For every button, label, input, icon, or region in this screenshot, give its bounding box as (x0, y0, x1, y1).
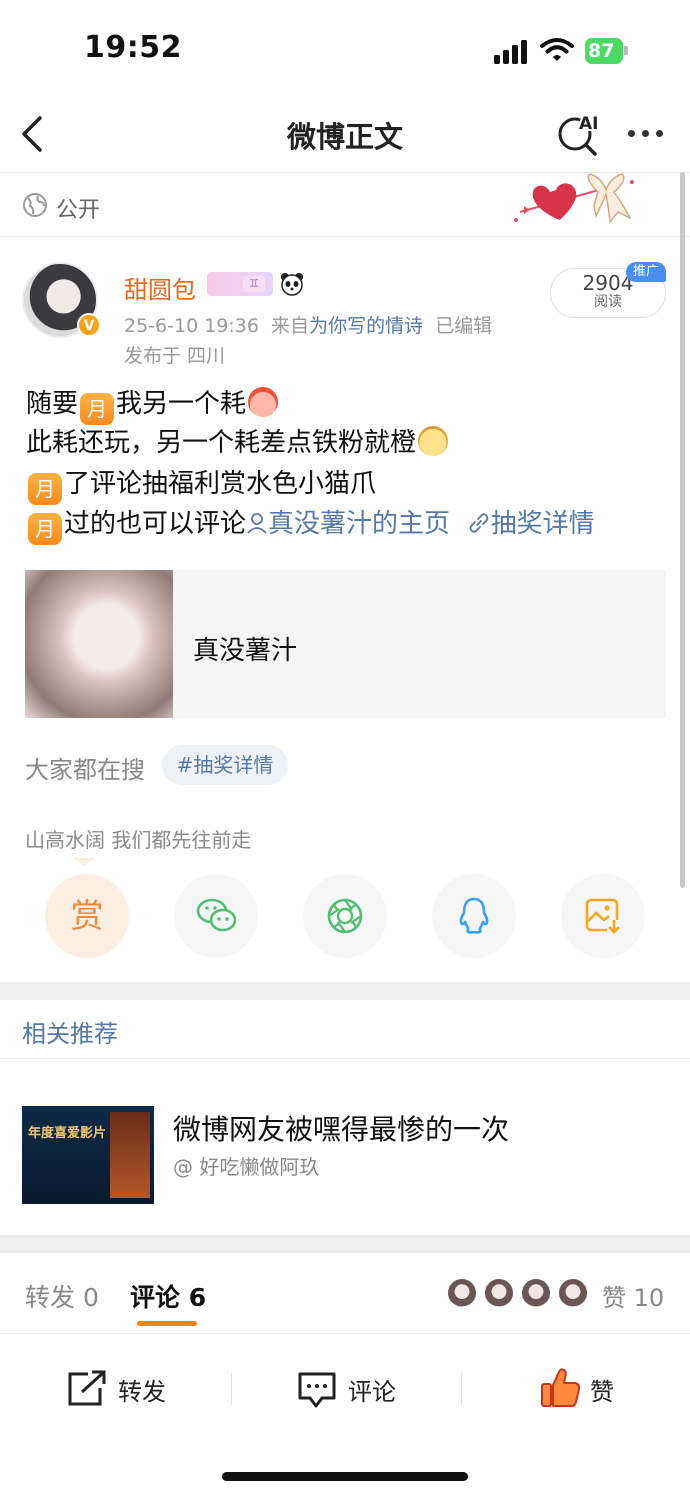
section-separator (0, 1235, 690, 1253)
post-line-3: 月了评论抽福利赏水色小猫爪 (26, 466, 376, 505)
thumbnail-caption: 年度喜爱影片 (28, 1126, 107, 1141)
tab-label: 评论 (130, 1283, 181, 1312)
divider (0, 1058, 690, 1059)
moments-share-button[interactable] (303, 874, 387, 958)
more-options-button[interactable] (626, 124, 666, 144)
post-location: 发布于 四川 (124, 345, 226, 367)
thumbs-up-icon (541, 1368, 581, 1407)
divider (0, 236, 690, 237)
reward-motto: 山高水阔 我们都先往前走 (25, 828, 252, 852)
heart-bow-decoration (514, 173, 634, 224)
post-text: 我另一个耗 (116, 389, 247, 419)
promote-badge[interactable]: 推广 (626, 262, 666, 282)
username[interactable]: 甜圆包 (124, 270, 196, 305)
liker-avatar[interactable] (446, 1277, 478, 1309)
related-post-author[interactable]: @ 好吃懒做阿玖 (173, 1151, 319, 1180)
moon-emoji-icon: 月 (28, 513, 62, 545)
wechat-icon (196, 898, 237, 932)
movie-poster-image: 年度喜爱影片 (22, 1106, 154, 1204)
ai-search-button[interactable]: AI (556, 110, 604, 156)
related-section-title: 相关推荐 (22, 1020, 118, 1048)
globe-icon (23, 193, 47, 217)
repost-label: 转发 (118, 1378, 166, 1406)
tab-likes[interactable]: 赞 10 (602, 1278, 664, 1313)
tab-reposts[interactable]: 转发 0 (25, 1278, 99, 1314)
lottery-link[interactable]: 抽奖详情 (491, 509, 595, 539)
battery-icon: 87 (585, 38, 623, 64)
tab-count: 0 (82, 1283, 99, 1312)
edited-label[interactable]: 已编辑 (435, 315, 492, 337)
post-text: 了评论抽福利赏水色小猫爪 (64, 469, 377, 499)
comment-button[interactable]: 评论 (296, 1366, 406, 1412)
post-line-2: 此耗还玩，另一个耗差点铁粉就橙 (26, 425, 449, 461)
tab-count: 10 (633, 1284, 665, 1312)
user-icon (247, 513, 267, 534)
post-text: 随要 (26, 389, 79, 419)
reward-button[interactable]: 赏 (45, 874, 129, 958)
link-icon (469, 513, 488, 533)
active-tab-indicator (137, 1321, 197, 1326)
save-image-button[interactable] (561, 874, 645, 958)
qq-icon (459, 897, 489, 934)
scrollbar[interactable] (680, 172, 685, 888)
liker-avatar[interactable] (520, 1277, 552, 1309)
divider (231, 1373, 232, 1405)
divider (461, 1373, 462, 1405)
visibility-label: 公开 (56, 198, 101, 223)
comment-label: 评论 (348, 1378, 396, 1406)
repost-button[interactable]: 转发 (66, 1366, 176, 1412)
trending-search-label: 大家都在搜 (25, 756, 145, 784)
post-line-4: 月过的也可以评论 真没薯汁的主页 抽奖详情 (26, 506, 595, 545)
pleading-emoji-icon (418, 426, 449, 456)
wifi-icon (540, 38, 574, 61)
profile-card-image (25, 570, 173, 718)
like-label: 赞 (590, 1378, 614, 1406)
repost-icon (68, 1370, 106, 1406)
tab-label: 转发 (25, 1283, 76, 1312)
tab-count: 6 (188, 1283, 207, 1312)
profile-card-title: 真没薯汁 (193, 636, 298, 666)
wechat-share-button[interactable] (174, 874, 258, 958)
image-download-icon (585, 898, 621, 934)
tab-comments[interactable]: 评论 6 (130, 1278, 206, 1314)
motto-pointer (74, 858, 94, 866)
liker-avatar[interactable] (483, 1277, 515, 1309)
source-link[interactable]: 为你写的情诗 (309, 315, 423, 337)
moon-emoji-icon: 月 (80, 393, 115, 425)
member-badge-icon: ♊ (207, 272, 273, 296)
qq-share-button[interactable] (432, 874, 516, 958)
status-time: 19:52 (84, 30, 182, 65)
section-separator (0, 982, 690, 1000)
moon-emoji-icon: 月 (28, 473, 62, 505)
ai-label: AI (579, 114, 598, 134)
panda-icon (281, 273, 303, 296)
search-tag[interactable]: #抽奖详情 (162, 745, 288, 785)
divider (0, 1333, 690, 1334)
post-text: 过的也可以评论 (64, 509, 247, 539)
moments-icon (327, 898, 363, 934)
source-prefix: 来自 (271, 315, 310, 337)
related-thumbnail[interactable]: 年度喜爱影片 (22, 1078, 154, 1204)
post-line-1: 随要月我另一个耗 (26, 386, 279, 425)
post-meta: 25-6-10 19:36 来自为你写的情诗 已编辑 (124, 311, 492, 338)
post-timestamp: 25-6-10 19:36 (124, 315, 259, 337)
tab-label: 赞 (602, 1284, 626, 1312)
reads-label: 阅读 (594, 294, 622, 310)
like-button[interactable]: 赞 (540, 1366, 620, 1412)
thumbnail-caption-strip (22, 1078, 154, 1104)
comment-icon (298, 1372, 336, 1408)
verified-badge-icon: V (77, 313, 101, 337)
home-indicator[interactable] (222, 1472, 468, 1481)
liker-avatar[interactable] (557, 1277, 589, 1309)
profile-link[interactable]: 真没薯汁的主页 (268, 509, 450, 539)
reward-label: 赏 (70, 896, 104, 935)
heart-eyes-emoji-icon (248, 387, 279, 417)
post-text: 此耗还玩，另一个耗差点铁粉就橙 (26, 428, 417, 458)
related-post-title[interactable]: 微博网友被嘿得最惨的一次 (173, 1108, 509, 1148)
cellular-signal-icon (494, 40, 530, 64)
battery-cap (624, 46, 628, 55)
